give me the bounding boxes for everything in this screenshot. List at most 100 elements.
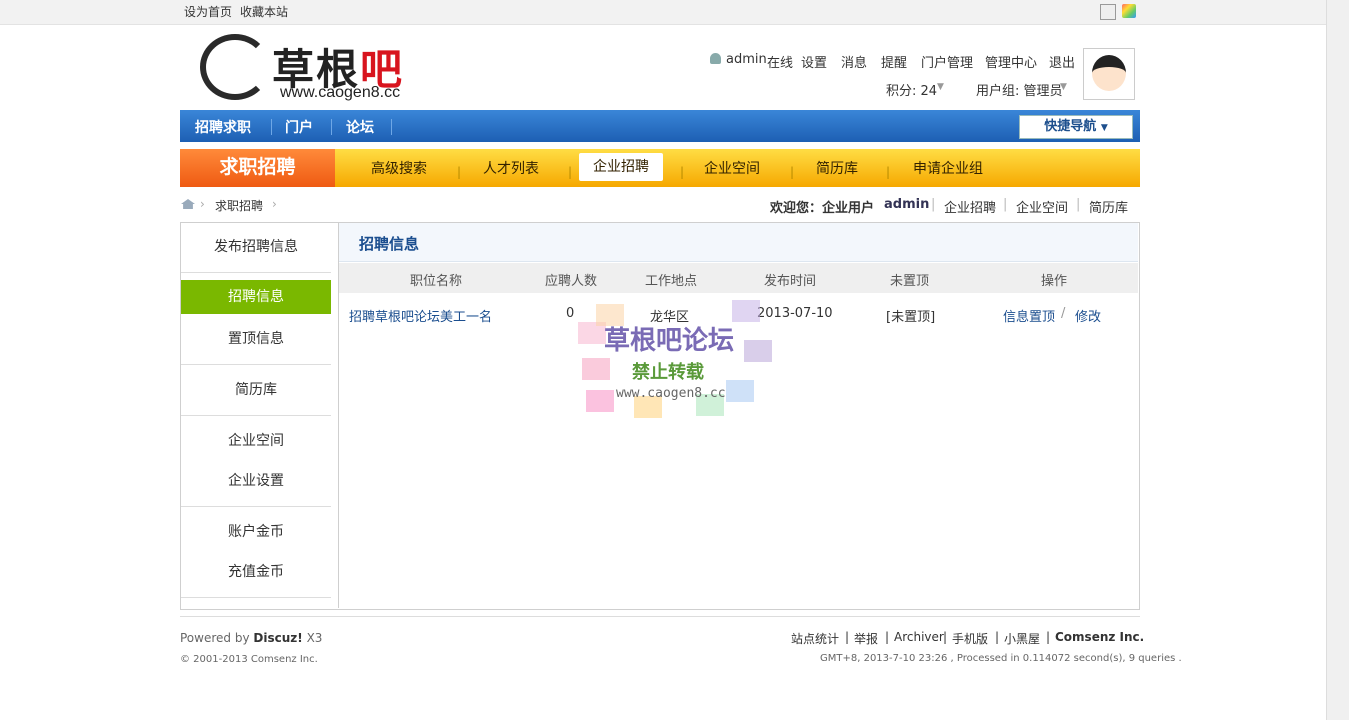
bookmark-link[interactable]: 收藏本站 <box>240 3 288 20</box>
user-icon <box>710 53 721 64</box>
sidebar-divider <box>181 597 331 598</box>
footer-link-blackroom[interactable]: 小黑屋 <box>1004 630 1040 647</box>
footer-divider: | <box>885 630 890 644</box>
window-scrollbar[interactable] <box>1326 0 1349 720</box>
footer-divider <box>180 616 1140 617</box>
sidebar-item-account-coins[interactable]: 账户金币 <box>181 521 331 541</box>
username-link[interactable]: admin <box>726 52 767 67</box>
points-chevron-down-icon: ▼ <box>937 82 944 92</box>
portal-admin-link[interactable]: 门户管理 <box>921 52 973 71</box>
sidebar-divider <box>181 364 331 365</box>
sidebar-item-recharge-coins[interactable]: 充值金币 <box>181 561 331 581</box>
sidebar-item-post-job[interactable]: 发布招聘信息 <box>181 236 331 256</box>
tab-apply-company-group[interactable]: 申请企业组 <box>913 158 983 178</box>
welcome-link-recruit[interactable]: 企业招聘 <box>944 197 996 216</box>
tab-company-recruit[interactable]: 企业招聘 <box>579 153 663 181</box>
nav-divider <box>391 119 392 135</box>
quick-nav-button[interactable]: 快捷导航 ▼ <box>1019 115 1133 139</box>
welcome-link-space[interactable]: 企业空间 <box>1016 197 1068 216</box>
discuz-link[interactable]: Discuz! <box>253 631 302 645</box>
welcome-link-resumes[interactable]: 简历库 <box>1089 197 1128 216</box>
tab-talent-list[interactable]: 人才列表 <box>483 158 539 178</box>
row-applicants: 0 <box>566 306 575 321</box>
col-pinned: 未置顶 <box>890 274 930 289</box>
messages-link[interactable]: 消息 <box>841 52 867 71</box>
nav-divider <box>331 119 332 135</box>
col-location: 工作地点 <box>645 274 698 289</box>
col-date: 发布时间 <box>764 274 817 289</box>
reminders-link[interactable]: 提醒 <box>881 52 907 71</box>
settings-link[interactable]: 设置 <box>801 52 827 71</box>
breadcrumb-separator-icon: › <box>200 197 205 211</box>
welcome-text: 欢迎您：企业用户 <box>770 201 875 216</box>
breadcrumb-current[interactable]: 求职招聘 <box>215 197 263 214</box>
panel-title: 招聘信息 <box>359 235 420 253</box>
logo-mark-icon <box>200 34 270 100</box>
avatar-face-icon <box>1092 55 1126 91</box>
usergroup-dropdown[interactable]: 用户组: 管理员 <box>976 80 1063 99</box>
sidebar-divider <box>181 415 331 416</box>
col-actions: 操作 <box>1041 274 1068 289</box>
footer-link-stats[interactable]: 站点统计 <box>791 630 839 647</box>
edit-link[interactable]: 修改 <box>1075 306 1101 325</box>
sidebar-divider <box>181 506 331 507</box>
col-applicants: 应聘人数 <box>545 274 598 289</box>
powered-by: Powered by Discuz! X3 <box>180 631 323 645</box>
welcome-divider: | <box>1076 197 1081 212</box>
tab-advanced-search[interactable]: 高级搜索 <box>371 158 427 178</box>
set-home-link[interactable]: 设为首页 <box>184 3 232 20</box>
nav-divider <box>271 119 272 135</box>
sub-nav-title: 求职招聘 <box>180 149 335 187</box>
row-pinned-status: [未置顶] <box>886 310 936 325</box>
welcome-divider: | <box>931 197 936 212</box>
main-nav: 招聘求职 门户 论坛 <box>180 110 1140 142</box>
tab-divider: | <box>680 165 685 179</box>
tab-divider: | <box>457 165 462 179</box>
sidebar-item-company-settings[interactable]: 企业设置 <box>181 470 331 490</box>
usergroup-chevron-down-icon: ▼ <box>1060 82 1067 92</box>
sidebar-item-resume-library[interactable]: 简历库 <box>181 379 331 399</box>
pin-info-link[interactable]: 信息置顶 <box>1003 306 1055 325</box>
footer-divider: | <box>943 630 948 644</box>
avatar[interactable] <box>1083 48 1135 100</box>
sidebar-item-company-space[interactable]: 企业空间 <box>181 430 331 450</box>
stamp-url: www.caogen8.cc <box>616 386 726 401</box>
footer-stats: GMT+8, 2013-7-10 23:26 , Processed in 0.… <box>820 653 1182 664</box>
points-dropdown[interactable]: 积分: 24 <box>886 80 937 99</box>
logout-link[interactable]: 退出 <box>1049 52 1075 71</box>
nav-item-forum[interactable]: 论坛 <box>346 117 374 137</box>
action-divider: / <box>1061 306 1066 321</box>
tab-divider: | <box>568 165 573 179</box>
breadcrumb-separator-icon: › <box>272 197 277 211</box>
footer-company-link[interactable]: Comsenz Inc. <box>1055 630 1144 644</box>
nav-item-portal[interactable]: 门户 <box>285 117 313 137</box>
copyright: © 2001-2013 Comsenz Inc. <box>180 654 318 665</box>
footer-divider: | <box>995 630 1000 644</box>
logo-url: www.caogen8.cc <box>280 84 401 101</box>
footer-link-archiver[interactable]: Archiver <box>894 630 944 644</box>
tab-divider: | <box>790 165 795 179</box>
footer-divider: | <box>1046 630 1051 644</box>
online-status: 在线 <box>767 56 794 71</box>
col-position: 职位名称 <box>410 274 463 289</box>
stamp-title: 草根吧论坛 <box>604 326 735 356</box>
sidebar-item-job-info[interactable]: 招聘信息 <box>181 280 331 314</box>
fullscreen-icon[interactable] <box>1100 4 1116 20</box>
tab-company-space[interactable]: 企业空间 <box>704 158 760 178</box>
stamp-subtitle: 禁止转载 <box>632 362 704 383</box>
tab-resume-library[interactable]: 简历库 <box>816 158 858 178</box>
welcome-divider: | <box>1003 197 1008 212</box>
welcome-user[interactable]: admin <box>884 197 929 212</box>
sidebar-item-pinned-info[interactable]: 置顶信息 <box>181 328 331 348</box>
site-logo[interactable]: 草根吧 www.caogen8.cc <box>200 32 435 104</box>
admin-center-link[interactable]: 管理中心 <box>985 52 1037 71</box>
footer-link-mobile[interactable]: 手机版 <box>952 630 988 647</box>
footer-link-report[interactable]: 举报 <box>854 630 878 647</box>
home-icon[interactable] <box>181 199 195 209</box>
color-theme-icon[interactable] <box>1122 4 1136 18</box>
nav-item-jobs[interactable]: 招聘求职 <box>195 117 251 137</box>
footer-divider: | <box>845 630 850 644</box>
sidebar-divider <box>181 272 331 273</box>
job-title-link[interactable]: 招聘草根吧论坛美工一名 <box>349 306 492 325</box>
tab-divider: | <box>886 165 891 179</box>
